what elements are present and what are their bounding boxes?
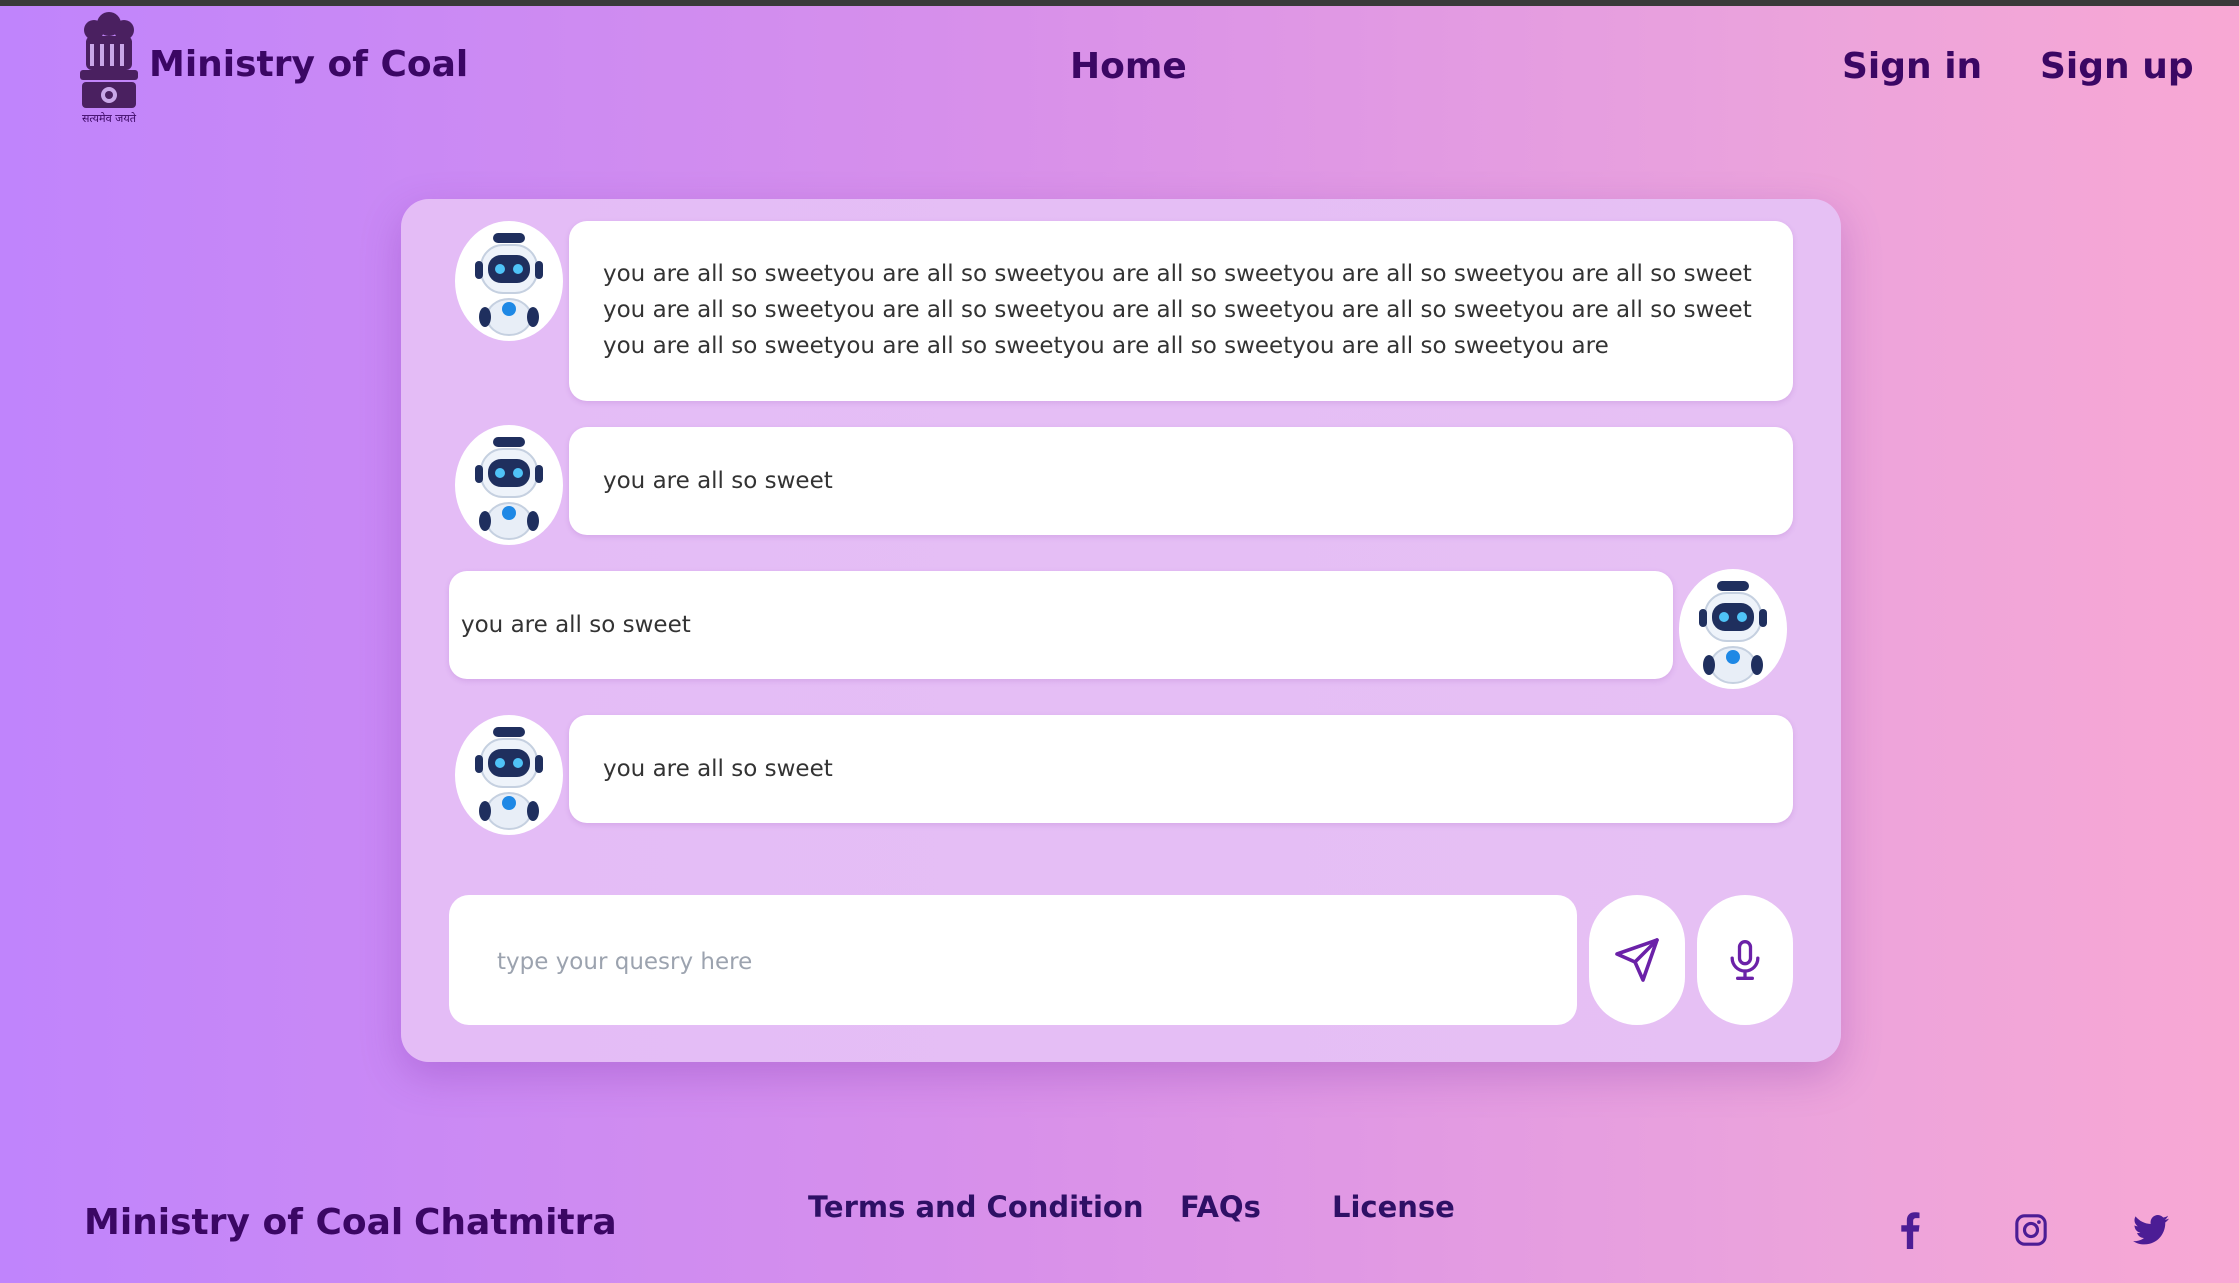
bot-avatar-icon xyxy=(455,425,563,545)
message-text: you are all so sweet xyxy=(461,612,691,638)
user-message-bubble: you are all so sweet xyxy=(449,571,1673,679)
site-brand[interactable]: Ministry of Coal xyxy=(149,44,468,85)
microphone-button[interactable] xyxy=(1697,895,1793,1025)
nav-sign-in-link[interactable]: Sign in xyxy=(1842,46,1982,87)
footer-license-link[interactable]: License xyxy=(1332,1190,1455,1224)
instagram-icon xyxy=(2015,1214,2047,1246)
bot-message-bubble: you are all so sweet xyxy=(569,427,1793,535)
bot-message-bubble: you are all so sweet xyxy=(569,715,1793,823)
facebook-link[interactable] xyxy=(1888,1208,1932,1252)
send-icon xyxy=(1615,938,1659,982)
twitter-icon xyxy=(2133,1215,2169,1245)
national-emblem-logo: सत्यमेव जयते xyxy=(72,6,146,125)
message-text: you are all so sweet xyxy=(603,468,833,494)
footer-brand: Ministry of Coal xyxy=(84,1202,404,1243)
nav-sign-up-link[interactable]: Sign up xyxy=(2040,46,2194,87)
bot-avatar-icon xyxy=(455,221,563,341)
chat-window: you are all so sweet you are all so sweet… xyxy=(401,199,1841,1062)
instagram-link[interactable] xyxy=(2009,1208,2053,1252)
microphone-icon xyxy=(1730,940,1760,980)
twitter-link[interactable] xyxy=(2129,1208,2173,1252)
bot-avatar-icon xyxy=(455,715,563,835)
message-text: you are all so sweet xyxy=(603,756,833,782)
window-top-border xyxy=(0,0,2239,6)
facebook-icon xyxy=(1901,1212,1920,1249)
user-avatar-icon xyxy=(1679,569,1787,689)
footer-terms-link[interactable]: Terms and Condition xyxy=(808,1190,1143,1224)
bot-message-bubble: you are all so sweetyou are all so sweet… xyxy=(569,221,1793,401)
footer-product-name: Chatmitra xyxy=(414,1202,617,1243)
query-input-container[interactable] xyxy=(449,895,1577,1025)
nav-home-link[interactable]: Home xyxy=(1070,46,1187,87)
footer-faqs-link[interactable]: FAQs xyxy=(1180,1190,1261,1224)
send-button[interactable] xyxy=(1589,895,1685,1025)
query-input[interactable] xyxy=(495,941,1539,983)
message-text: you are all so sweetyou are all so sweet… xyxy=(603,261,1752,359)
emblem-caption: सत्यमेव जयते xyxy=(82,112,137,124)
